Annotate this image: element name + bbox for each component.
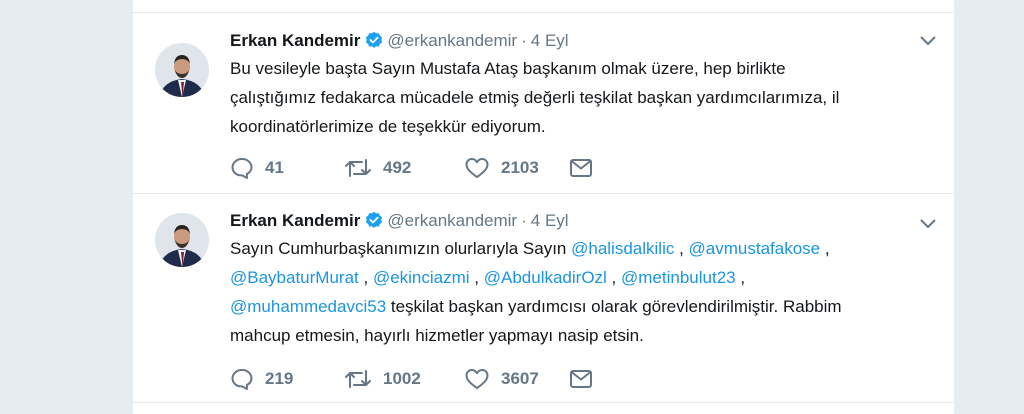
tweet-timestamp[interactable]: 4 Eyl [531,31,569,50]
reply-icon [230,368,265,390]
text-span: , [735,268,746,287]
avatar-image [155,43,209,97]
direct-message-button[interactable] [569,367,604,391]
text-span: , [358,268,373,287]
text-span: , [820,239,830,258]
reply-button[interactable]: 219 [230,367,293,391]
tweet-text-line: @BaybaturMurat , @ekinciazmi , @Abdulkad… [230,263,920,292]
chevron-down-icon[interactable] [919,32,937,55]
mention-link[interactable]: @muhammedavci53 [230,297,386,316]
direct-message-button[interactable] [569,156,604,180]
retweet-button[interactable]: 1002 [344,367,421,391]
author-name[interactable]: Erkan Kandemir [230,31,360,50]
mention-link[interactable]: @halisdalkilic [571,239,674,258]
tweet-text-line: @muhammedavci53 teşkilat başkan yardımcı… [230,292,920,321]
tweet-text-line: koordinatörlerimize de teşekkür ediyorum… [230,117,546,136]
divider [133,12,954,13]
retweet-icon [344,368,383,390]
reply-count: 41 [265,158,284,177]
reply-count: 219 [265,369,294,388]
chevron-down-icon[interactable] [919,215,937,238]
avatar[interactable] [155,43,209,97]
author-handle[interactable]: @erkankandemir [387,211,517,230]
tweet-text-line: mahcup etmesin, hayırlı hizmetler yapmay… [230,326,644,345]
timeline: Erkan Kandemir @erkankandemir · 4 Eyl Bu ve… [133,0,954,414]
mention-link[interactable]: @metinbulut23 [621,268,736,287]
author-name[interactable]: Erkan Kandemir [230,211,360,230]
text-span: , [606,268,621,287]
like-count: 2103 [501,158,539,177]
verified-badge-icon [365,211,383,235]
tweet-2[interactable]: Erkan Kandemir @erkankandemir · 4 Eyl Sayın… [133,210,954,395]
like-button[interactable]: 2103 [464,156,539,180]
text-span: , [674,239,689,258]
retweet-button[interactable]: 492 [344,156,411,180]
retweet-count: 1002 [383,369,421,388]
tweet-timestamp[interactable]: 4 Eyl [531,211,569,230]
verified-badge-icon [365,31,383,55]
avatar-image [155,213,209,267]
mention-link[interactable]: @AbdulkadirOzl [484,268,607,287]
tweet-text-line: Sayın Cumhurbaşkanımızın olurlarıyla Say… [230,234,920,263]
tweet-text: Bu vesileyle başta Sayın Mustafa Ataş ba… [230,54,920,141]
text-span: teşkilat başkan yardımcısı olarak görevl… [386,297,842,316]
separator-dot: · [521,211,527,230]
tweet-text-line: çalıştığımız fedakarca mücadele etmiş de… [230,88,840,107]
mention-link[interactable]: @avmustafakose [689,239,821,258]
separator-dot: · [521,31,527,50]
retweet-icon [344,157,383,179]
like-icon [464,368,501,390]
tweet-text-line: Bu vesileyle başta Sayın Mustafa Ataş ba… [230,59,786,78]
reply-button[interactable]: 41 [230,156,284,180]
reply-icon [230,157,265,179]
mention-link[interactable]: @ekinciazmi [373,268,470,287]
retweet-count: 492 [383,158,412,177]
avatar[interactable] [155,213,209,267]
tweet-1[interactable]: Erkan Kandemir @erkankandemir · 4 Eyl Bu ve… [133,30,954,190]
divider [133,193,954,194]
author-handle[interactable]: @erkankandemir [387,31,517,50]
like-button[interactable]: 3607 [464,367,539,391]
tweet-text: Sayın Cumhurbaşkanımızın olurlarıyla Say… [230,234,920,350]
mention-link[interactable]: @BaybaturMurat [230,268,359,287]
direct-message-icon [569,157,604,179]
text-span: , [469,268,484,287]
like-icon [464,157,501,179]
direct-message-icon [569,368,604,390]
text-span: Sayın Cumhurbaşkanımızın olurlarıyla Say… [230,239,572,258]
divider [133,402,954,403]
like-count: 3607 [501,369,539,388]
